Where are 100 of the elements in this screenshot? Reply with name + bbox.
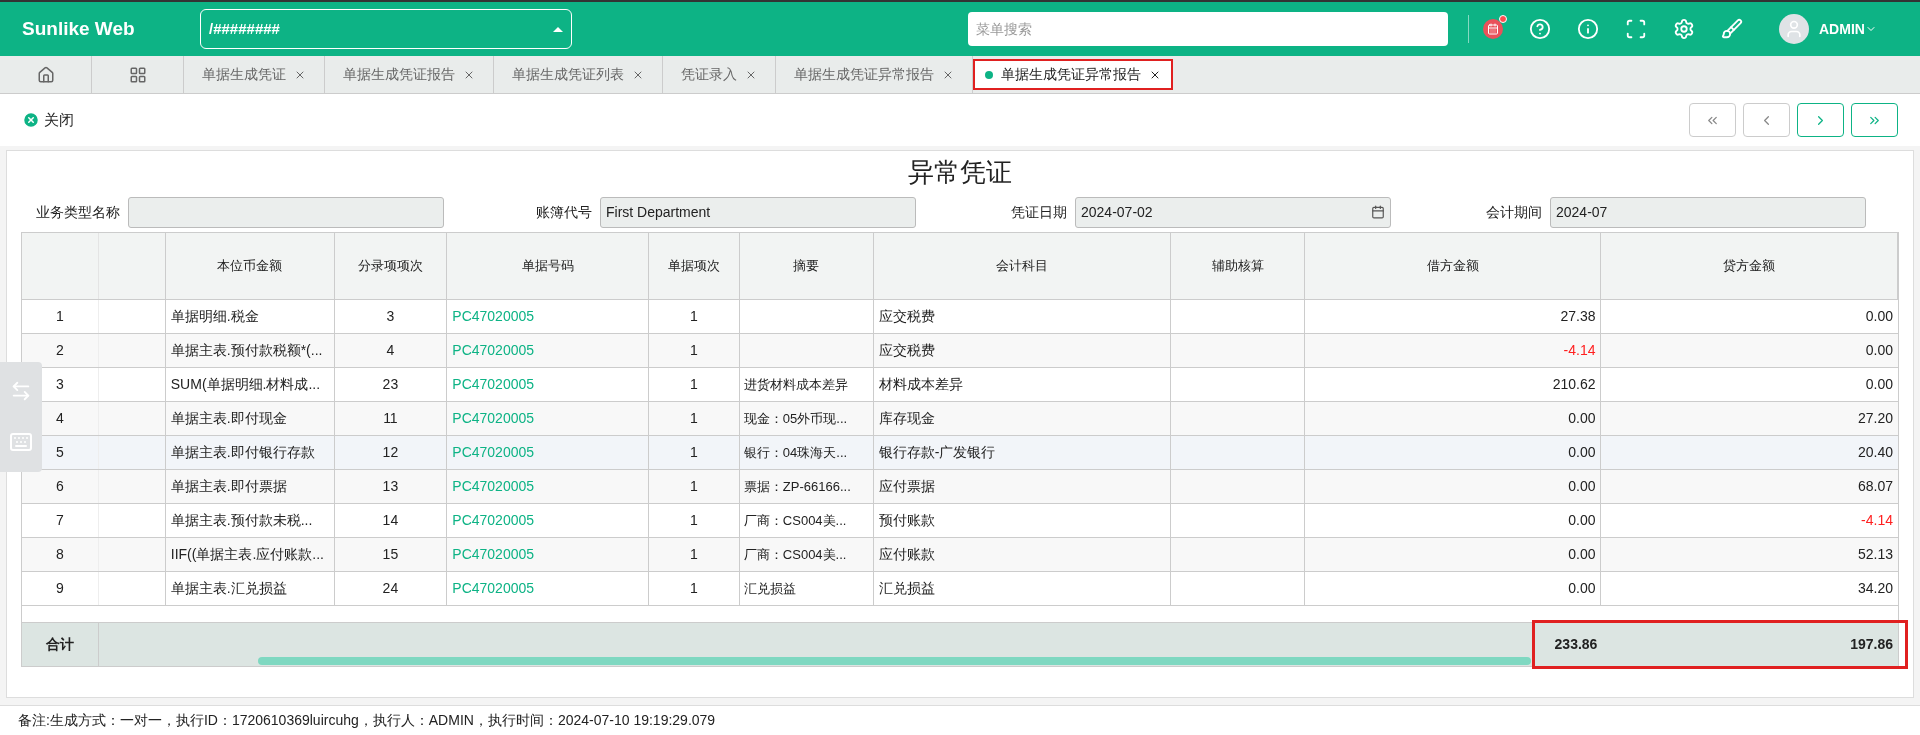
table-cell: 单据明细.税金	[165, 300, 335, 333]
table-cell: 材料成本差异	[873, 368, 1172, 401]
debit-total: 233.86	[1553, 635, 1598, 654]
row-number-cell: 7	[22, 504, 99, 537]
table-cell: 4	[334, 334, 448, 367]
document-link[interactable]: PC47020005	[447, 470, 649, 503]
document-link[interactable]: PC47020005	[447, 300, 649, 333]
document-link[interactable]: PC47020005	[447, 538, 649, 571]
next-page-button[interactable]	[1797, 103, 1844, 137]
column-header: 会计科目	[873, 233, 1172, 299]
table-cell: 1	[649, 504, 740, 537]
report-title: 异常凭证	[908, 156, 1012, 189]
table-cell: 银行存款-广发银行	[873, 436, 1172, 469]
first-page-button[interactable]	[1689, 103, 1736, 137]
table-cell: 银行：04珠海天...	[739, 436, 874, 469]
table-cell-text: 27.20	[1856, 409, 1894, 428]
document-link[interactable]: PC47020005	[447, 436, 649, 469]
table-cell: 1	[649, 334, 740, 367]
table-cell: 厂商：CS004美...	[739, 504, 874, 537]
field-label: 账簿代号	[535, 202, 593, 222]
table-cell: 单据主表.预付款未税...	[165, 504, 335, 537]
column-header: 单据号码	[447, 233, 649, 299]
last-page-button[interactable]	[1851, 103, 1898, 137]
table-cell: 汇兑损益	[873, 572, 1172, 605]
table-cell: -4.14	[1304, 334, 1602, 367]
table-cell-text: -4.14	[1860, 511, 1894, 530]
tab[interactable]: 凭证录入	[663, 56, 776, 93]
table-cell: 14	[334, 504, 448, 537]
table-cell: 11	[334, 402, 448, 435]
table-cell: 1	[649, 470, 740, 503]
settings-icon[interactable]	[1673, 18, 1695, 40]
field-label: 凭证日期	[1010, 202, 1068, 222]
text-field[interactable]: First Department	[600, 196, 916, 228]
table-cell: 15	[334, 538, 448, 571]
row-number-cell: 9	[22, 572, 99, 605]
help-icon[interactable]	[1529, 18, 1551, 40]
previous-page-button[interactable]	[1743, 103, 1790, 137]
tab[interactable]: 单据生成凭证	[184, 56, 325, 93]
tab[interactable]: 单据生成凭证列表	[494, 56, 663, 93]
table-cell-text: 52.13	[1856, 545, 1894, 564]
column-header: 摘要	[739, 233, 874, 299]
table-cell: 3	[334, 300, 448, 333]
column-header: 单据项次	[649, 233, 740, 299]
table-cell-text: 0.00	[1864, 307, 1894, 326]
table-cell: 13	[334, 470, 448, 503]
table-cell: 23	[334, 368, 448, 401]
table-cell: 27.38	[1304, 300, 1602, 333]
table-cell: 0.00	[1304, 572, 1602, 605]
caret-icon	[553, 26, 563, 32]
table-cell-text: 34.20	[1856, 579, 1894, 598]
table-cell: 24	[334, 572, 448, 605]
column-header: 分录项项次	[334, 233, 448, 299]
field-label: 会计期间	[1485, 202, 1543, 222]
document-link[interactable]: PC47020005	[447, 402, 649, 435]
table-cell-text: 20.40	[1856, 443, 1894, 462]
close-button[interactable]: 关闭	[22, 108, 74, 132]
column-header: 贷方金额	[1601, 233, 1898, 299]
brush-icon[interactable]	[1721, 18, 1743, 40]
document-link[interactable]: PC47020005	[447, 504, 649, 537]
menu-search-field[interactable]: 菜单搜索	[968, 12, 1448, 46]
table-cell: 1	[649, 402, 740, 435]
document-link[interactable]: PC47020005	[447, 368, 649, 401]
table-cell-text: 0.00	[1864, 375, 1894, 394]
table-cell: SUM(单据明细.材料成...	[165, 368, 335, 401]
table-cell: 应付账款	[873, 538, 1172, 571]
tab[interactable]: 单据生成凭证异常报告	[973, 59, 1173, 90]
document-link[interactable]: PC47020005	[447, 334, 649, 367]
info-icon[interactable]	[1577, 18, 1599, 40]
text-field[interactable]	[128, 196, 444, 228]
fullscreen-icon[interactable]	[1625, 18, 1647, 40]
text-field[interactable]: 2024-07	[1550, 196, 1866, 228]
table-cell: 汇兑损益	[739, 572, 874, 605]
user-menu[interactable]: ADMIN	[1819, 18, 1877, 40]
row-number-cell: 1	[22, 300, 99, 333]
document-link[interactable]: PC47020005	[447, 572, 649, 605]
table-cell: 应交税费	[873, 334, 1172, 367]
avatar-icon[interactable]	[1779, 14, 1809, 44]
date-field[interactable]: 2024-07-02	[1075, 196, 1391, 228]
scrollbar-thumb[interactable]	[258, 657, 1531, 665]
path-select[interactable]: /########	[200, 9, 572, 49]
table-cell: 12	[334, 436, 448, 469]
footer-note: 备注:生成方式：一对一，执行ID：1720610369luircuhg，执行人：ADMIN，执行时间：2024-07-10 19:19:29.079	[0, 705, 1920, 735]
credit-total: 197.86	[1849, 635, 1893, 654]
table-cell: 0.00	[1304, 538, 1602, 571]
table-cell: 单据主表.汇兑损益	[165, 572, 335, 605]
table-cell: 0.00	[1304, 436, 1602, 469]
field-label: 业务类型名称	[35, 202, 121, 222]
table-cell: 单据主表.即付现金	[165, 402, 335, 435]
table-cell: 应付票据	[873, 470, 1172, 503]
table-cell: 0.00	[1304, 402, 1602, 435]
table-cell: 1	[649, 368, 740, 401]
tab[interactable]: 单据生成凭证报告	[325, 56, 494, 93]
table-cell: 单据主表.即付银行存款	[165, 436, 335, 469]
table-cell: 210.62	[1304, 368, 1602, 401]
app-logo: Sunlike Web	[22, 16, 136, 41]
home-icon	[36, 65, 55, 84]
table-cell: 库存现金	[873, 402, 1172, 435]
column-header: 本位币金额	[165, 233, 335, 299]
calendar-icon[interactable]	[1371, 205, 1385, 219]
table-cell-text: 0.00	[1864, 341, 1894, 360]
